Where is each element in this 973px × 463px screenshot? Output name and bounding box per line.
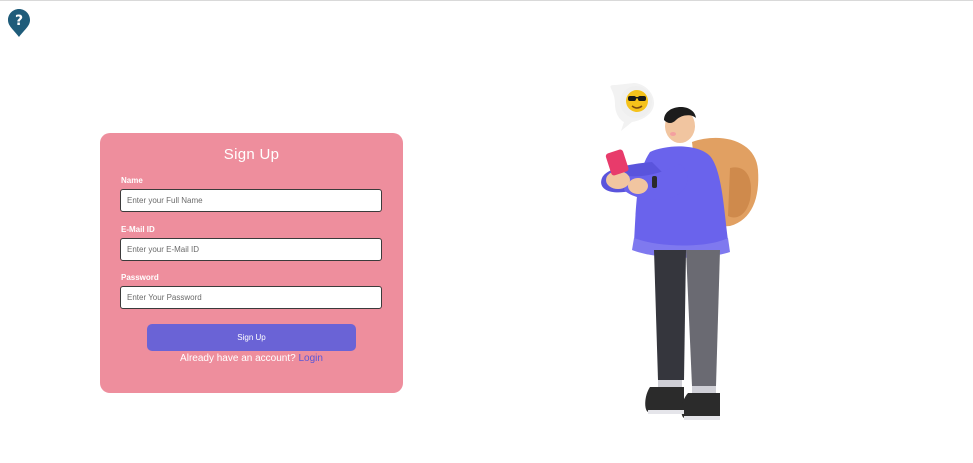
login-link[interactable]: Login <box>298 353 322 364</box>
password-input[interactable] <box>120 286 382 309</box>
password-label: Password <box>121 273 159 282</box>
account-prompt-text: Already have an account? <box>180 353 296 364</box>
form-title: Sign Up <box>223 146 280 163</box>
person-with-phone-illustration <box>601 83 759 420</box>
svg-text:?: ? <box>15 13 23 29</box>
email-label: E-Mail ID <box>121 225 155 234</box>
sunglasses-emoji-icon <box>626 90 648 112</box>
signup-card: Sign Up Name E-Mail ID Password Sign Up … <box>100 133 403 393</box>
login-prompt: Already have an account? Login <box>100 353 403 364</box>
signup-button[interactable]: Sign Up <box>147 324 356 351</box>
email-input[interactable] <box>120 238 382 261</box>
name-label: Name <box>121 176 143 185</box>
name-input[interactable] <box>120 189 382 212</box>
help-question-icon[interactable]: ? <box>7 8 31 38</box>
top-divider <box>0 0 973 1</box>
